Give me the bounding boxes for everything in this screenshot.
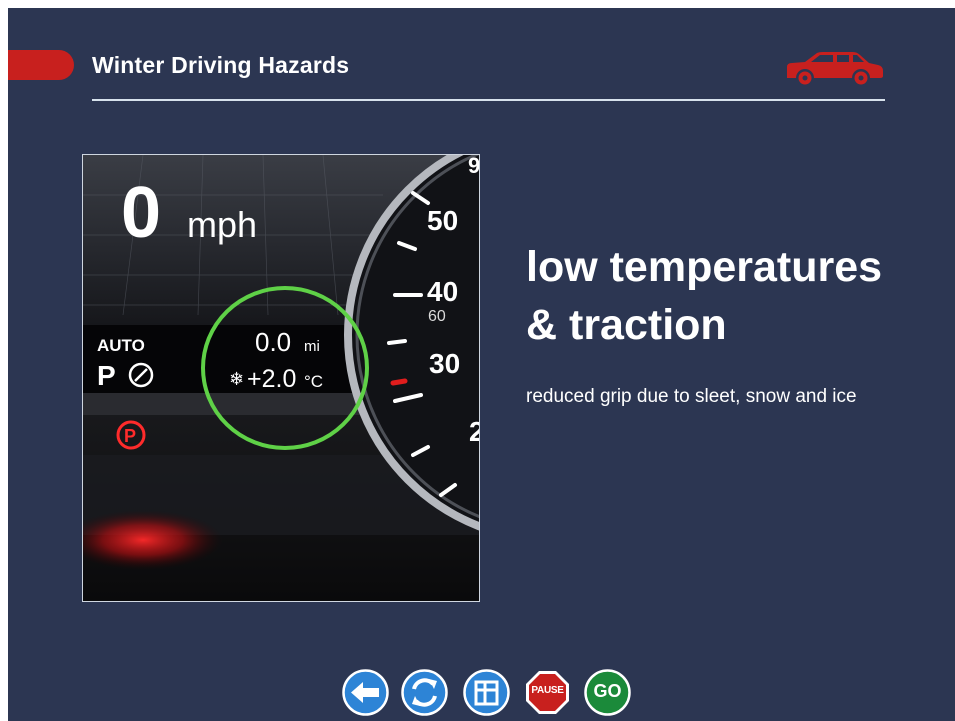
- pause-button[interactable]: PAUSE: [524, 669, 571, 716]
- menu-icon: [463, 669, 510, 716]
- snowflake-icon: ❄: [229, 369, 244, 390]
- replay-icon: [401, 669, 448, 716]
- temperature-unit: °C: [304, 372, 323, 391]
- back-button[interactable]: [342, 669, 389, 716]
- headline-line-2: & traction: [526, 301, 727, 349]
- hazard-description: reduced grip due to sleet, snow and ice: [526, 386, 857, 407]
- odometer-unit: mi: [304, 338, 320, 355]
- arrow-left-icon: [342, 669, 389, 716]
- auto-label: AUTO: [97, 336, 145, 355]
- temperature-value: +2.0: [247, 365, 296, 393]
- dial-number-50: 50: [427, 205, 458, 236]
- speed-value: 0: [121, 173, 161, 253]
- navigation-bar: PAUSE GO: [8, 668, 955, 718]
- odometer-value: 0.0: [255, 327, 291, 357]
- dial-number-partial-top: 9: [468, 155, 479, 178]
- dashboard-photo: 50 40 60 30 9 2 0 mph AUTO P 0.0 mi ❄ +2…: [82, 154, 480, 602]
- slide: Winter Driving Hazards 50 40 60 30 0 mph…: [8, 8, 955, 721]
- park-assist-label: P: [97, 360, 116, 391]
- parking-brake-label: P: [124, 426, 136, 446]
- menu-button[interactable]: [463, 669, 510, 716]
- replay-button[interactable]: [401, 669, 448, 716]
- headline-line-1: low temperatures: [526, 243, 883, 291]
- dial-number-30: 30: [429, 348, 460, 379]
- dial-number-40: 40: [427, 276, 458, 307]
- dial-number-partial-bottom: 2: [469, 416, 479, 447]
- go-label: GO: [593, 681, 622, 701]
- title-accent-tab: [8, 50, 74, 80]
- car-icon: [787, 52, 883, 87]
- pause-label: PAUSE: [531, 685, 564, 696]
- speed-unit: mph: [187, 204, 257, 245]
- title-divider: [92, 99, 885, 101]
- dial-number-60: 60: [428, 308, 446, 325]
- page-title: Winter Driving Hazards: [92, 52, 350, 78]
- go-button[interactable]: GO: [584, 669, 631, 716]
- headline: low temperatures & traction: [526, 238, 946, 354]
